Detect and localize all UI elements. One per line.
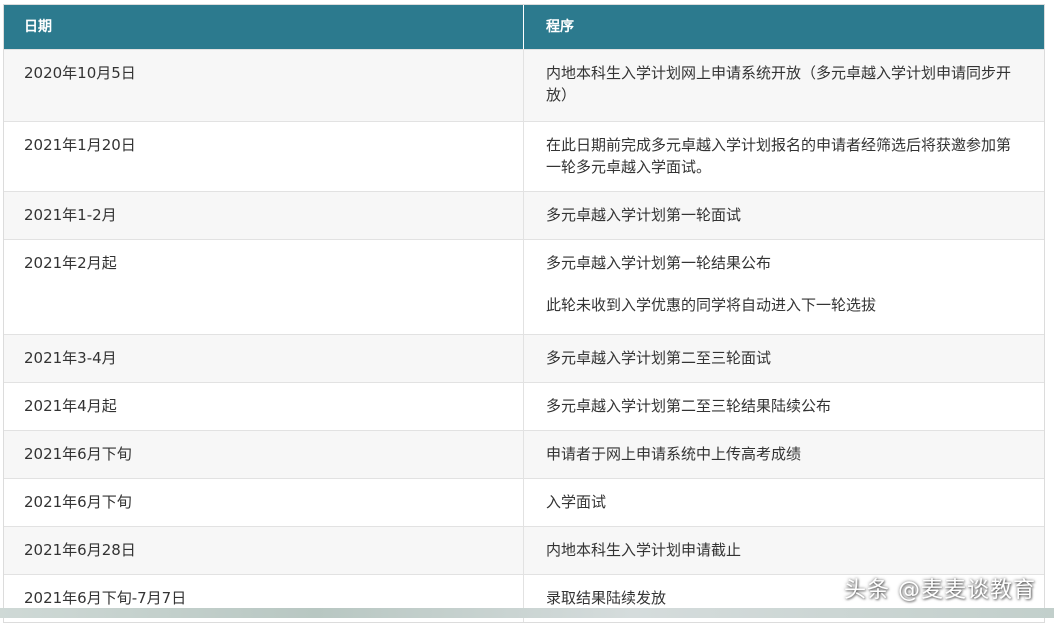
row-procedure-note: 此轮未收到入学优惠的同学将自动进入下一轮选拔 (546, 296, 877, 314)
row-procedure: 多元卓越入学计划第二至三轮面试 (546, 349, 772, 367)
row-date: 2021年1-2月 (4, 192, 524, 239)
row-procedure: 多元卓越入学计划第一轮面试 (546, 206, 742, 224)
row-procedure: 内地本科生入学计划网上申请系统开放（多元卓越入学计划申请同步开放） (546, 64, 1012, 104)
row-date: 2020年10月5日 (4, 50, 524, 121)
row-procedure: 多元卓越入学计划第二至三轮结果陆续公布 (546, 397, 832, 415)
row-procedure: 多元卓越入学计划第一轮结果公布 (546, 254, 772, 272)
row-procedure: 申请者于网上申请系统中上传高考成绩 (546, 445, 802, 463)
background-image-strip (0, 608, 1054, 618)
table-header-row: 日期 程序 (4, 5, 1044, 49)
row-date: 2021年6月下旬 (4, 479, 524, 526)
row-procedure: 内地本科生入学计划申请截止 (546, 541, 742, 559)
row-date: 2021年6月下旬 (4, 431, 524, 478)
row-date: 2021年1月20日 (4, 122, 524, 191)
table-row: 2021年3-4月 多元卓越入学计划第二至三轮面试 (4, 334, 1044, 382)
schedule-table: 日期 程序 2020年10月5日 内地本科生入学计划网上申请系统开放（多元卓越入… (3, 4, 1045, 623)
row-date: 2021年2月起 (4, 240, 524, 334)
row-date: 2021年6月28日 (4, 527, 524, 574)
row-procedure-group: 多元卓越入学计划第一轮结果公布 此轮未收到入学优惠的同学将自动进入下一轮选拔 (524, 240, 1044, 334)
table-row: 2021年6月28日 内地本科生入学计划申请截止 (4, 526, 1044, 574)
row-date: 2021年4月起 (4, 383, 524, 430)
table-row: 2021年6月下旬 申请者于网上申请系统中上传高考成绩 (4, 430, 1044, 478)
table-row: 2020年10月5日 内地本科生入学计划网上申请系统开放（多元卓越入学计划申请同… (4, 49, 1044, 121)
header-procedure: 程序 (546, 19, 574, 35)
watermark: 头条 @麦麦谈教育 (844, 578, 1036, 603)
row-date: 2021年3-4月 (4, 335, 524, 382)
table-row: 2021年1月20日 在此日期前完成多元卓越入学计划报名的申请者经筛选后将获邀参… (4, 121, 1044, 191)
table-row: 2021年6月下旬 入学面试 (4, 478, 1044, 526)
table-row: 2021年4月起 多元卓越入学计划第二至三轮结果陆续公布 (4, 382, 1044, 430)
row-procedure: 在此日期前完成多元卓越入学计划报名的申请者经筛选后将获邀参加第一轮多元卓越入学面… (546, 136, 1012, 176)
table-row: 2021年1-2月 多元卓越入学计划第一轮面试 (4, 191, 1044, 239)
row-procedure: 入学面试 (546, 493, 607, 511)
table-row: 2021年2月起 多元卓越入学计划第一轮结果公布 此轮未收到入学优惠的同学将自动… (4, 239, 1044, 334)
header-date: 日期 (4, 5, 524, 49)
